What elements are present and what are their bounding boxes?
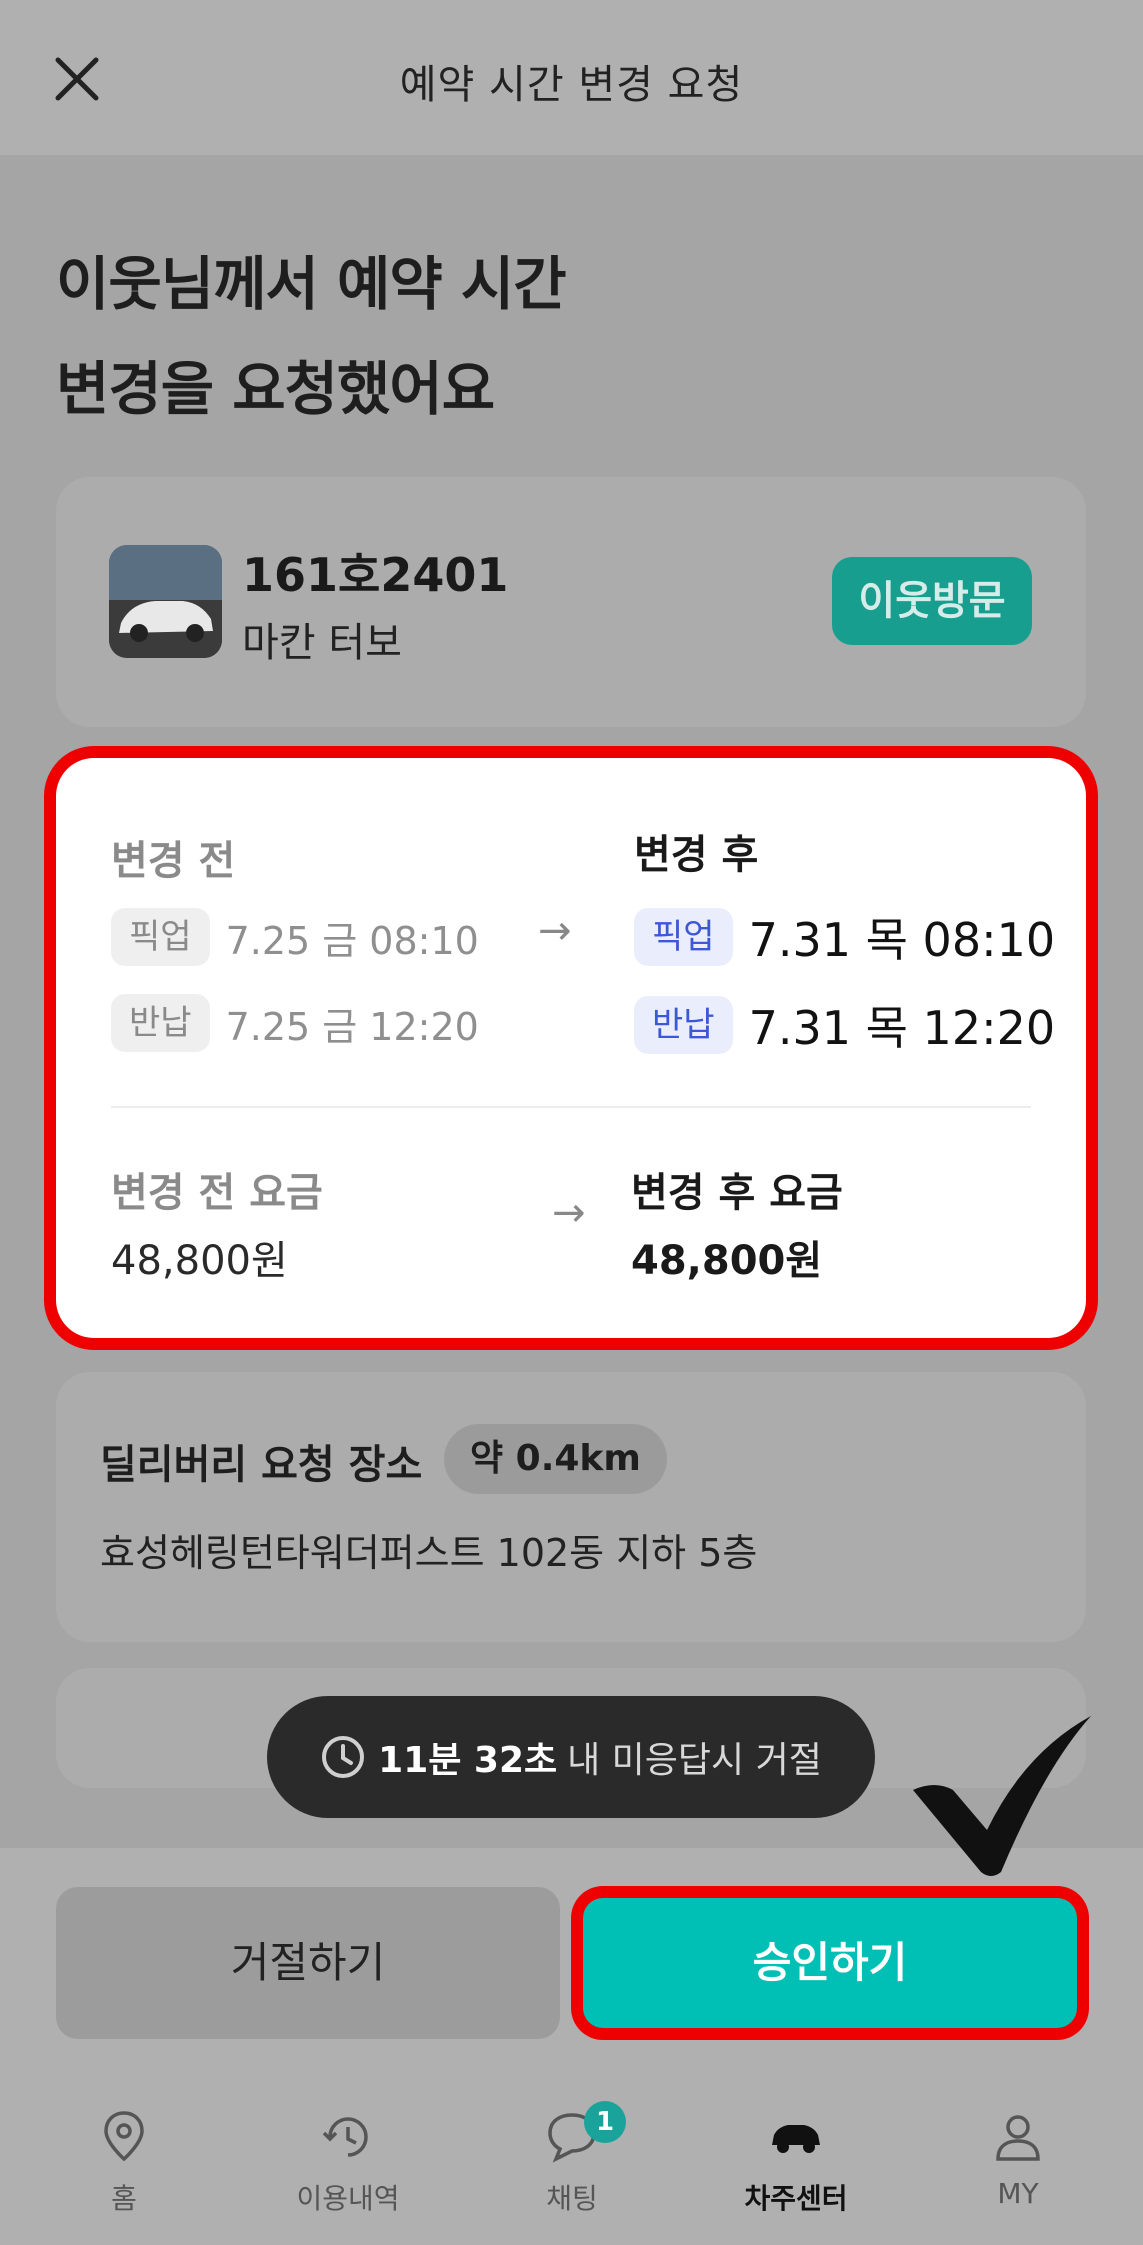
page-title: 예약 시간 변경 요청 — [399, 62, 744, 108]
schedule-change-card: 변경 전 변경 후 픽업 7.25 금 08:10 반납 7.25 금 12:2… — [56, 758, 1086, 1338]
checkmark-annotation-icon — [913, 1716, 1091, 1876]
person-icon — [996, 2115, 1040, 2161]
toast-time: 11분 32초 — [378, 1740, 558, 1781]
chat-unread-badge: 1 — [584, 2101, 626, 2143]
nav-home-label: 홈 — [111, 2182, 137, 2215]
car-icon — [772, 2125, 820, 2153]
after-return-row: 반납 7.31 목 12:20 — [634, 992, 1055, 1058]
car-plate-number: 161호2401 — [242, 548, 509, 602]
after-fee-title: 변경 후 요금 — [631, 1170, 843, 1216]
before-title: 변경 전 — [111, 838, 236, 884]
before-return-time: 7.25 금 12:20 — [225, 1004, 479, 1049]
nav-history-label: 이용내역 — [296, 2182, 400, 2215]
pickup-pill: 픽업 — [111, 908, 210, 966]
car-model: 마칸 터보 — [242, 620, 402, 666]
after-return-time: 7.31 목 12:20 — [748, 1001, 1056, 1055]
before-pickup-time: 7.25 금 08:10 — [225, 918, 479, 963]
nav-chat[interactable]: 1 채팅 — [472, 2101, 672, 2217]
car-card: 161호2401 마칸 터보 이웃방문 — [56, 477, 1086, 727]
reject-button[interactable]: 거절하기 — [56, 1887, 560, 2039]
nav-my[interactable]: MY — [918, 2107, 1118, 2210]
delivery-location-card: 딜리버리 요청 장소 약 0.4km 효성헤링턴타워더퍼스트 102동 지하 5… — [56, 1372, 1086, 1642]
car-photo-icon — [109, 545, 222, 658]
headline: 이웃님께서 예약 시간 변경을 요청했어요 — [56, 232, 567, 442]
nav-home[interactable]: 홈 — [24, 2107, 224, 2217]
pickup-pill: 픽업 — [634, 908, 733, 966]
bottom-navigation: 홈 이용내역 1 채팅 차주센터 MY — [0, 2085, 1143, 2245]
top-bar: 예약 시간 변경 요청 — [0, 0, 1143, 155]
location-pin-icon — [104, 2111, 144, 2162]
fee-arrow-icon: → — [552, 1190, 586, 1236]
history-icon — [322, 2117, 368, 2157]
car-thumbnail — [109, 545, 222, 658]
nav-owner-center[interactable]: 차주센터 — [696, 2107, 896, 2217]
after-fee-value: 48,800원 — [631, 1238, 823, 1284]
return-pill: 반납 — [111, 994, 210, 1052]
before-fee-title: 변경 전 요금 — [111, 1170, 323, 1216]
after-title: 변경 후 — [634, 832, 759, 878]
time-arrow-icon: → — [538, 908, 572, 954]
after-pickup-row: 픽업 7.31 목 08:10 — [634, 904, 1055, 970]
divider — [111, 1106, 1031, 1108]
before-return-row: 반납 7.25 금 12:20 — [111, 994, 479, 1052]
delivery-address: 효성헤링턴타워더퍼스트 102동 지하 5층 — [100, 1531, 758, 1575]
headline-line-1: 이웃님께서 예약 시간 — [56, 250, 567, 318]
nav-history[interactable]: 이용내역 — [248, 2107, 448, 2217]
delivery-title: 딜리버리 요청 장소 — [100, 1442, 423, 1488]
nav-owner-center-label: 차주센터 — [744, 2182, 848, 2215]
before-fee-value: 48,800원 — [111, 1238, 288, 1284]
after-pickup-time: 7.31 목 08:10 — [748, 913, 1056, 967]
nav-chat-label: 채팅 — [546, 2182, 598, 2215]
headline-line-2: 변경을 요청했어요 — [56, 355, 495, 423]
return-pill: 반납 — [634, 996, 733, 1054]
distance-badge: 약 0.4km — [444, 1424, 667, 1494]
nav-my-label: MY — [997, 2177, 1039, 2210]
response-deadline-toast: 11분 32초 내 미응답시 거절 — [267, 1696, 875, 1818]
visit-type-badge: 이웃방문 — [832, 557, 1032, 645]
clock-icon — [322, 1736, 365, 1778]
before-pickup-row: 픽업 7.25 금 08:10 — [111, 908, 479, 966]
approve-button[interactable]: 승인하기 — [583, 1898, 1077, 2028]
toast-text: 내 미응답시 거절 — [567, 1740, 822, 1781]
